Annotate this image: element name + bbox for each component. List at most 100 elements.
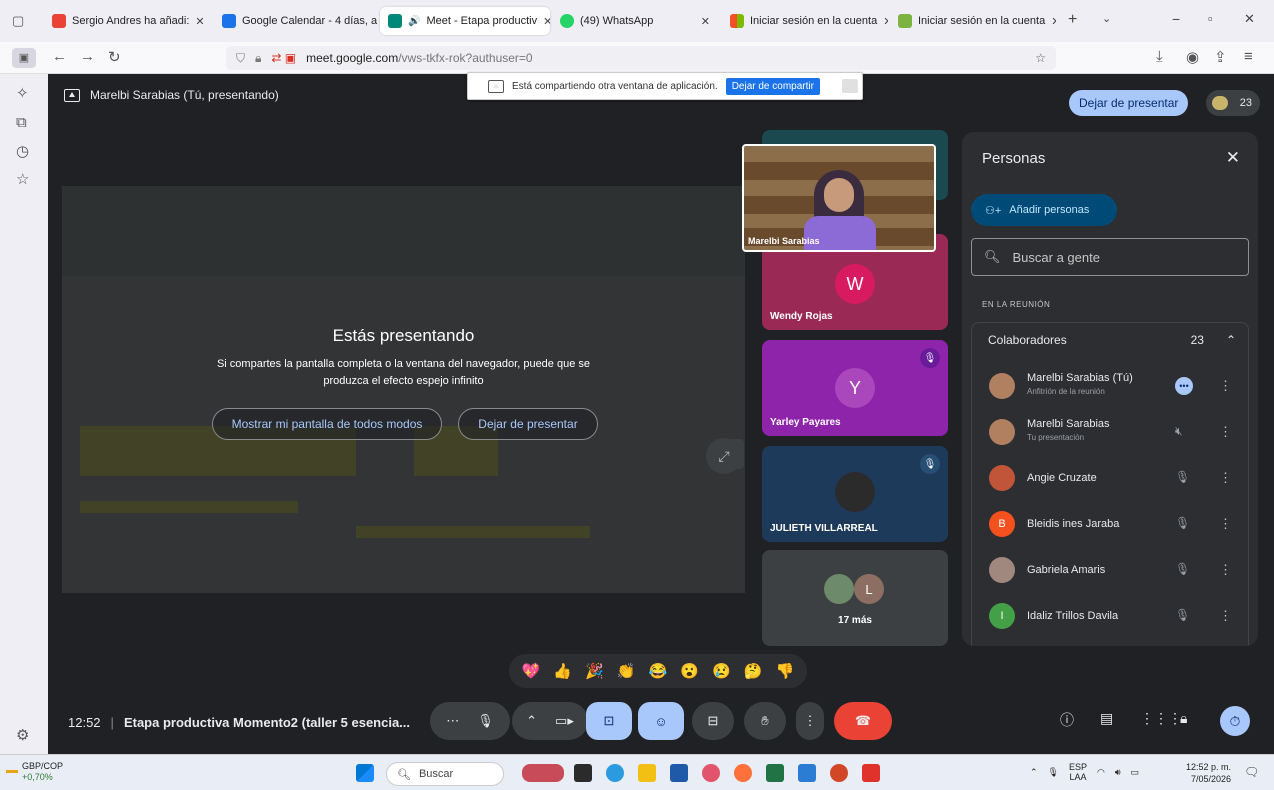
taskbar-search[interactable]: 🔍︎ Buscar [386,762,504,786]
stop-presenting-top-button[interactable]: Dejar de presentar [1069,90,1189,116]
settings-gear-icon[interactable]: ⚙ [16,726,29,744]
pdf-reader-icon[interactable] [862,764,880,782]
extensions-icon[interactable]: ⇪ [1214,48,1227,66]
task-view-icon[interactable] [574,764,592,782]
reaction-sad[interactable]: 😢 [712,662,731,680]
widgets-icon[interactable] [522,764,564,782]
close-icon[interactable]: ✕ [883,15,888,28]
participant-tile-julieth[interactable]: 🎙︎ JULIETH VILLARREAL [762,446,948,542]
more-options-icon[interactable]: ⋮ [1219,470,1232,486]
info-icon[interactable]: ⓘ [1060,710,1074,730]
currency-widget[interactable]: GBP/COP +0,70% [6,761,63,783]
add-people-button[interactable]: ⚇+ Añadir personas [971,194,1117,226]
notifications-icon[interactable]: 🗨 [1244,765,1259,779]
close-icon[interactable]: ✕ [543,15,550,28]
permissions-icon[interactable]: ⇄ ▣ [271,51,296,65]
more-audio-options-icon[interactable]: ⋯ [446,713,459,729]
volume-icon[interactable]: 🔊︎ [1115,767,1121,778]
chevron-up-icon[interactable]: ⌃ [526,713,537,729]
hide-banner-button[interactable] [841,79,858,93]
bookmarks-icon[interactable]: ☆ [16,170,29,188]
restore-icon[interactable]: ▫ [1208,11,1213,26]
stop-sharing-button[interactable]: Dejar de compartir [725,77,820,95]
firefox-icon[interactable] [734,764,752,782]
camera-control[interactable]: ⌃ ▭▸ [512,702,588,740]
tab-calendar[interactable]: Google Calendar - 4 días, a ✕ [214,7,378,35]
wifi-icon[interactable]: ◠ [1097,767,1105,778]
close-icon[interactable]: ✕ [195,15,204,28]
microphone-tray-icon[interactable]: 🎙︎ [1048,767,1059,778]
person-row[interactable]: Gabriela Amaris 🎙︎ ⋮ [971,550,1249,590]
battery-icon[interactable]: ▭ [1131,767,1140,778]
menu-icon[interactable]: ≡ [1244,48,1253,65]
tab-gmail[interactable]: Sergio Andres ha añadi: ✕ [44,7,212,35]
person-row[interactable]: Marelbi Sarabias (Tú) Anfitrión de la re… [971,366,1249,406]
reaction-heart[interactable]: 💖 [522,662,541,680]
more-options-icon[interactable]: ⋮ [1219,378,1232,394]
chat-icon[interactable]: ▤ [1100,710,1113,727]
more-options-icon[interactable]: ⋮ [1219,608,1232,624]
participant-tile-yarley[interactable]: 🎙︎ Y Yarley Payares [762,340,948,436]
more-participants-tile[interactable]: L 17 más [762,550,948,646]
show-screen-anyway-button[interactable]: Mostrar mi pantalla de todos modos [212,408,442,440]
close-icon[interactable]: ✕ [1051,15,1056,28]
mic-icon[interactable]: 🎙︎ [477,713,494,729]
tab-whatsapp[interactable]: (49) WhatsApp ✕ [552,7,718,35]
expand-icon[interactable]: ⤢ [706,438,742,474]
language-indicator[interactable]: ESP LAA [1069,762,1087,782]
search-people-input[interactable]: 🔍︎ Buscar a gente [971,238,1249,276]
synced-tabs-icon[interactable]: ⧉ [16,114,27,131]
more-options-icon[interactable]: ⋮ [1219,516,1232,532]
camera-icon[interactable]: ▭▸ [555,713,574,729]
store-icon[interactable] [670,764,688,782]
tab-list-icon[interactable]: ▢ [12,13,24,29]
powerpoint-icon[interactable] [830,764,848,782]
reaction-laugh[interactable]: 😂 [649,662,668,680]
reload-icon[interactable]: ↻ [108,48,121,66]
self-view[interactable]: Marelbi Sarabias [742,144,936,252]
edge-icon[interactable] [606,764,624,782]
url-bar[interactable]: ⛉ 🔒︎ ⇄ ▣ meet.google.com/vws-tkfx-rok?au… [226,46,1056,70]
person-row[interactable]: B Bleidis ines Jaraba 🎙︎ ⋮ [971,504,1249,544]
forward-icon[interactable]: → [80,48,95,65]
person-row[interactable]: I Idaliz Trillos Davila 🎙︎ ⋮ [971,596,1249,636]
leave-call-button[interactable]: ☎ [834,702,892,740]
timer-icon[interactable]: ⏱ [1220,706,1250,736]
word-icon[interactable] [798,764,816,782]
chevron-up-icon[interactable]: ⌃ [1030,767,1038,778]
new-tab-icon[interactable]: + [1068,11,1077,29]
ai-chat-icon[interactable]: ✧ [16,84,29,102]
reaction-surprised[interactable]: 😮 [680,662,699,680]
download-icon[interactable]: ⤓ [1156,48,1163,65]
excel-icon[interactable] [766,764,784,782]
person-row[interactable]: Angie Cruzate 🎙︎ ⋮ [971,458,1249,498]
chevron-up-icon[interactable]: ⌃ [1226,333,1236,347]
close-window-icon[interactable]: ✕ [1244,11,1255,27]
chevron-down-icon[interactable]: ⌄ [1102,12,1111,25]
history-icon[interactable]: ◷ [16,142,29,160]
more-options-icon[interactable]: ⋮ [1219,562,1232,578]
more-options-icon[interactable]: ⋮ [1219,424,1232,440]
taskbar-clock[interactable]: 12:52 p. m. 7/05/2026 [1186,761,1231,785]
host-controls-icon[interactable]: 🔒︎ [1180,710,1187,727]
photos-icon[interactable] [702,764,720,782]
person-row[interactable]: Marelbi Sarabias Tu presentación 🔇︎ ⋮ [971,412,1249,452]
reaction-thinking[interactable]: 🤔 [744,662,763,680]
stop-presenting-button[interactable]: Dejar de presentar [458,408,598,440]
file-explorer-icon[interactable] [638,764,656,782]
tab-microsoft-login[interactable]: Iniciar sesión en la cuenta ✕ [722,7,888,35]
close-icon[interactable]: ✕ [1226,148,1240,168]
bookmark-star-icon[interactable]: ☆ [1035,51,1046,65]
more-options-button[interactable]: ⋮ [796,702,824,740]
close-icon[interactable]: ✕ [701,15,710,28]
tab-meet[interactable]: 🔊 Meet - Etapa productiv ✕ [380,7,550,35]
participant-count-button[interactable]: 23 [1206,90,1260,116]
back-icon[interactable]: ← [52,48,67,65]
collaborators-header[interactable]: Colaboradores 23 ⌃ [988,333,1236,347]
account-icon[interactable]: ◉ [1186,48,1199,66]
captions-button[interactable]: ⊟ [692,702,734,740]
reaction-thumbs-down[interactable]: 👎 [776,662,795,680]
mic-control[interactable]: ⋯ 🎙︎ [430,702,510,740]
minimize-icon[interactable]: − [1172,11,1180,27]
emoji-button[interactable]: ☺ [638,702,684,740]
